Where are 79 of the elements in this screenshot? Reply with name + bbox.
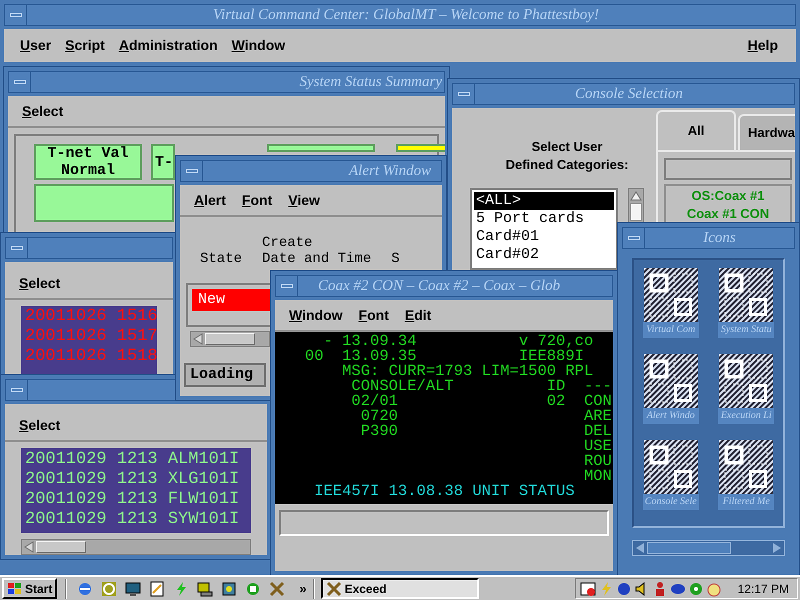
menu-item[interactable]: Help	[748, 35, 778, 56]
menu-item[interactable]: Select	[19, 272, 60, 294]
list-item[interactable]: Card#01	[474, 228, 614, 246]
tab[interactable]: Hardwa	[738, 114, 795, 150]
more-button[interactable]: »	[299, 578, 307, 598]
menu-item[interactable]: Edit	[404, 304, 432, 326]
left-arrow-icon	[22, 540, 36, 554]
menu-item[interactable]: Select	[19, 414, 60, 436]
terminal-line: MSG: CURR=1793 LIM=1500 RPL	[341, 364, 594, 379]
terminal-line: ROU	[582, 454, 612, 469]
scroll-thumb[interactable]	[647, 542, 731, 554]
terminal-line: 00 13.09.35 IEE889I	[304, 349, 584, 364]
menu-item[interactable]: Font	[242, 190, 272, 210]
column-header: State	[200, 251, 242, 267]
scrollbar[interactable]	[190, 331, 270, 347]
terminal-line: - 13.09.34 v 720,co	[323, 334, 594, 349]
clock-icon[interactable]	[101, 580, 118, 596]
menu-item[interactable]: Window	[289, 304, 343, 326]
column-header: S	[391, 251, 400, 267]
list-row[interactable]: 20011029 1213 SYW101I	[25, 510, 240, 530]
menu-item[interactable]: Select	[22, 100, 64, 122]
status-tile[interactable]: T-	[151, 144, 175, 180]
window-title: System Status Summary	[300, 72, 442, 92]
scrollbar[interactable]	[21, 539, 251, 555]
menu-item[interactable]: Alert	[194, 190, 226, 210]
window-title: Alert Window	[349, 162, 432, 181]
up-arrow-icon	[629, 189, 643, 203]
scroll-thumb[interactable]	[630, 203, 642, 221]
terminal-line: USE	[582, 439, 612, 454]
window-icon	[719, 354, 774, 408]
window-title: Coax #2 CON – Coax #2 – Coax – Glob	[318, 276, 560, 296]
terminal-line: 0720 ARE	[360, 409, 612, 424]
window-icon	[644, 440, 698, 494]
menu-item[interactable]: Font	[358, 304, 389, 326]
monitor-icon[interactable]	[125, 580, 142, 596]
window-icon	[644, 354, 698, 408]
window-icon	[644, 268, 698, 322]
menu-item[interactable]: User	[20, 35, 52, 56]
column-header: Create Date and Time	[262, 235, 372, 267]
left-arrow-icon	[191, 332, 205, 346]
command-field[interactable]	[279, 510, 609, 536]
terminal-line: IEE457I 13.08.38 UNIT STATUS	[313, 484, 575, 499]
window-title: Icons	[703, 228, 736, 248]
menu-item[interactable]: View	[288, 190, 320, 210]
terminal-line: MON	[582, 469, 612, 484]
windows-logo-icon	[7, 582, 23, 596]
list-item[interactable]: Card#02	[474, 246, 614, 264]
clock: 12:17 PM	[738, 580, 789, 598]
window-title: Virtual Command Center: GlobalMT – Welcome to Phattestboy!	[213, 6, 599, 25]
window-icon	[719, 268, 774, 322]
tab[interactable]: All	[656, 110, 736, 150]
scrollbar[interactable]	[632, 540, 785, 556]
list-item[interactable]: <ALL>	[474, 192, 614, 210]
scrollbar[interactable]	[628, 188, 644, 224]
list-item[interactable]: 5 Port cards	[474, 210, 614, 228]
status-label: Loading	[184, 363, 266, 387]
status-tile[interactable]	[396, 144, 445, 152]
prompt-label: Select User Defined Categories:	[504, 138, 630, 174]
menu-item[interactable]: Administration	[118, 35, 218, 56]
circle-icon[interactable]	[616, 580, 632, 596]
terminal-line: 02/01 02 CON	[350, 394, 612, 409]
terminal-line: CONSOLE/ALT ID ---	[350, 379, 612, 394]
filter-field[interactable]	[664, 158, 792, 180]
terminal-line: P390 DEL	[360, 424, 612, 439]
status-tile[interactable]: T-net Val Normal	[34, 144, 142, 180]
notepad-icon[interactable]	[149, 580, 166, 596]
menu-item[interactable]: Window	[232, 35, 286, 56]
start-button[interactable]: Start	[2, 578, 58, 599]
status-bar[interactable]	[34, 184, 174, 222]
table-cell[interactable]: New	[192, 289, 270, 311]
task-button[interactable]: Exceed	[320, 578, 479, 599]
menu-item[interactable]: Script	[65, 35, 105, 56]
list-row[interactable]: 20011029 1213 FLW101I	[25, 490, 240, 510]
list-row[interactable]: 20011029 1213 XLG101I	[25, 470, 240, 490]
list-row[interactable]: 20011029 1213 ALM101I	[25, 450, 240, 470]
window-title: Console Selection	[575, 84, 683, 104]
computer-icon[interactable]	[197, 580, 214, 596]
window-icon	[719, 440, 774, 494]
status-tile[interactable]	[267, 144, 375, 152]
